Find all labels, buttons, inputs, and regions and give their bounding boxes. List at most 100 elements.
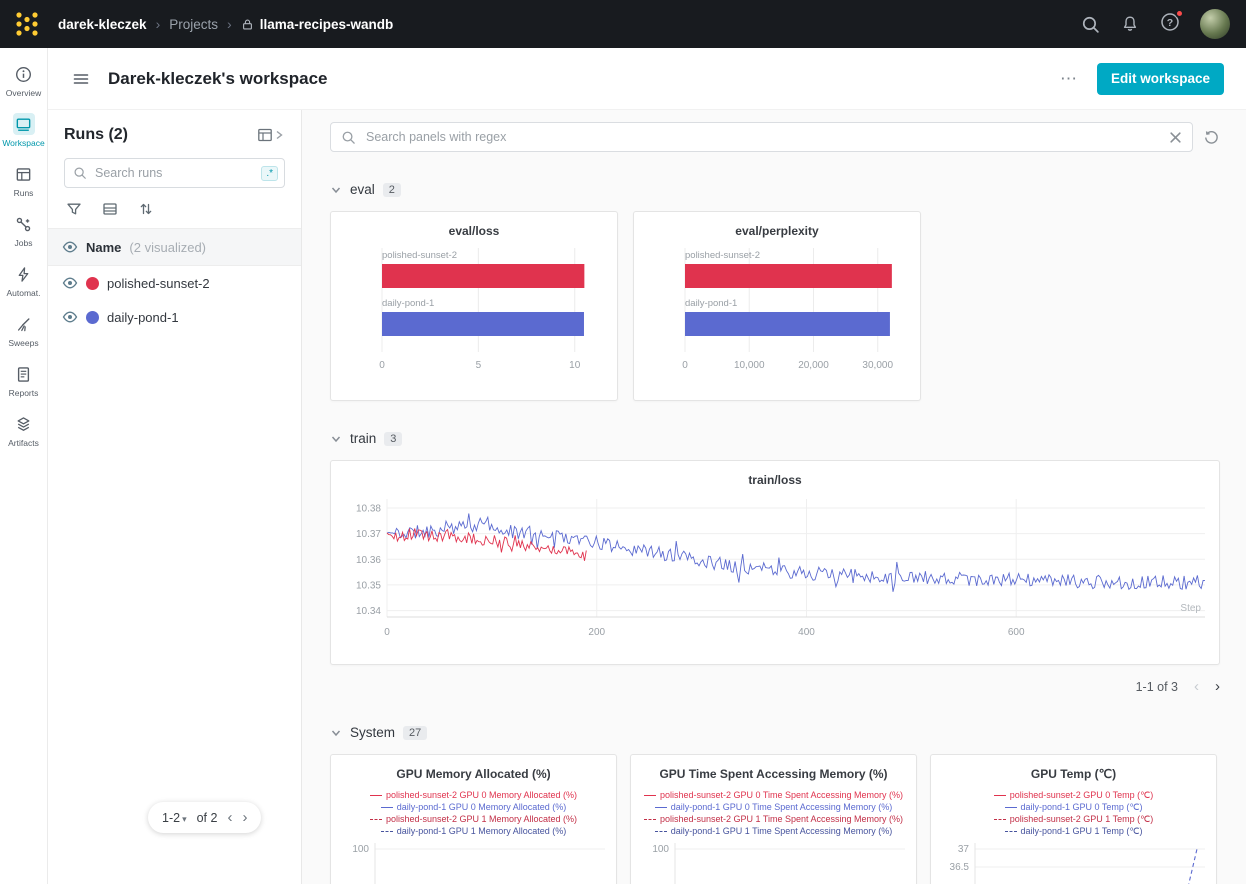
eye-icon[interactable] <box>62 309 78 325</box>
svg-text:36.5: 36.5 <box>950 862 970 873</box>
legend-entry: polished-sunset-2 GPU 0 Time Spent Acces… <box>639 789 908 801</box>
svg-text:Step: Step <box>1180 603 1201 614</box>
visualized-count: (2 visualized) <box>129 240 206 255</box>
sidebar-item-reports[interactable]: Reports <box>0 356 48 406</box>
panel-eval-loss[interactable]: eval/loss 0510polished-sunset-2daily-pon… <box>330 211 618 401</box>
expand-chevron-icon[interactable] <box>273 129 285 141</box>
runs-count-title: Runs (2) <box>64 126 128 144</box>
sidebar-item-artifacts[interactable]: Artifacts <box>0 406 48 456</box>
sidebar-item-overview[interactable]: Overview <box>0 56 48 106</box>
regex-toggle-button[interactable]: .* <box>261 166 278 181</box>
svg-text:400: 400 <box>798 627 815 638</box>
sidebar-item-label: Workspace <box>2 138 44 148</box>
sidebar-item-sweeps[interactable]: Sweeps <box>0 306 48 356</box>
panel-title: eval/loss <box>331 212 617 238</box>
panel-legend: polished-sunset-2 GPU 0 Time Spent Acces… <box>639 789 908 837</box>
eye-icon[interactable] <box>62 275 78 291</box>
prev-page-button[interactable]: ‹ <box>227 810 232 825</box>
overflow-menu-icon[interactable]: ⋯ <box>1060 69 1079 89</box>
filter-icon[interactable] <box>66 201 82 217</box>
panel-title: GPU Temp (℃) <box>931 755 1216 781</box>
run-row-polished-sunset-2[interactable]: polished-sunset-2 <box>48 266 301 300</box>
page-title: Darek-kleczek's workspace <box>108 69 328 89</box>
svg-text:37: 37 <box>958 844 970 855</box>
svg-text:0: 0 <box>682 360 688 371</box>
group-icon[interactable] <box>102 201 118 217</box>
table-layout-icon[interactable] <box>257 127 273 143</box>
eval-perplexity-chart: 010,00020,00030,000polished-sunset-2dail… <box>634 238 920 389</box>
next-page-button[interactable]: › <box>1215 678 1220 695</box>
legend-entry: polished-sunset-2 GPU 1 Temp (℃) <box>939 813 1208 825</box>
legend-swatch <box>644 819 656 820</box>
panel-title: GPU Memory Allocated (%) <box>331 755 616 781</box>
run-name: daily-pond-1 <box>107 310 179 325</box>
section-title[interactable]: System <box>350 725 395 740</box>
prev-page-button[interactable]: ‹ <box>1194 678 1199 695</box>
legend-entry: daily-pond-1 GPU 0 Memory Allocated (%) <box>339 801 608 813</box>
legend-entry: polished-sunset-2 GPU 1 Memory Allocated… <box>339 813 608 825</box>
automations-icon <box>13 263 35 285</box>
runs-search-box: .* <box>64 158 285 188</box>
sidebar-item-label: Overview <box>6 88 41 98</box>
runs-panel: Runs (2) .* <box>48 110 302 884</box>
history-undo-icon[interactable] <box>1203 129 1220 146</box>
edit-workspace-button[interactable]: Edit workspace <box>1097 63 1224 95</box>
panel-gpu-memory-allocated[interactable]: GPU Memory Allocated (%) polished-sunset… <box>330 754 617 884</box>
sidebar-item-jobs[interactable]: Jobs <box>0 206 48 256</box>
panel-gpu-temp[interactable]: GPU Temp (℃) polished-sunset-2 GPU 0 Tem… <box>930 754 1217 884</box>
chevron-down-icon[interactable] <box>330 727 342 739</box>
wandb-logo[interactable] <box>0 0 54 48</box>
help-button[interactable]: ? <box>1160 12 1180 37</box>
panels-area: eval 2 eval/loss 0510polished-sunset-2da… <box>302 110 1246 884</box>
panel-search-input[interactable] <box>364 129 1161 145</box>
svg-text:10.38: 10.38 <box>356 503 381 514</box>
breadcrumb-projects[interactable]: Projects <box>169 17 218 32</box>
clear-search-icon[interactable] <box>1169 131 1182 144</box>
notifications-bell-icon[interactable] <box>1120 14 1140 34</box>
section-count-badge: 2 <box>383 183 401 197</box>
legend-swatch <box>644 795 656 796</box>
run-color-dot <box>86 311 99 324</box>
search-icon[interactable] <box>1080 14 1100 34</box>
runs-search-input[interactable] <box>93 165 255 181</box>
sidebar-item-workspace[interactable]: Workspace <box>0 106 48 156</box>
panel-eval-perplexity[interactable]: eval/perplexity 010,00020,00030,000polis… <box>633 211 921 401</box>
sidebar-item-label: Sweeps <box>8 338 38 348</box>
run-row-daily-pond-1[interactable]: daily-pond-1 <box>48 300 301 334</box>
sort-icon[interactable] <box>138 201 154 217</box>
section-title[interactable]: eval <box>350 182 375 197</box>
section-system: System 27 GPU Memory Allocated (%) polis… <box>330 725 1220 884</box>
legend-entry: daily-pond-1 GPU 1 Temp (℃) <box>939 825 1208 837</box>
sidebar-item-runs[interactable]: Runs <box>0 156 48 206</box>
caret-down-icon: ▾ <box>182 814 187 824</box>
svg-text:?: ? <box>1167 17 1173 29</box>
eye-icon[interactable] <box>62 239 78 255</box>
runs-name-header[interactable]: Name (2 visualized) <box>48 228 301 266</box>
chevron-down-icon[interactable] <box>330 433 342 445</box>
legend-entry: daily-pond-1 GPU 1 Memory Allocated (%) <box>339 825 608 837</box>
section-count-badge: 27 <box>403 726 427 740</box>
gpu-temp-chart: polished-sunset-2 GPU 0 Temp (℃)daily-po… <box>931 781 1216 884</box>
run-color-dot <box>86 277 99 290</box>
svg-text:daily-pond-1: daily-pond-1 <box>382 298 434 309</box>
svg-text:20,000: 20,000 <box>798 360 829 371</box>
section-title[interactable]: train <box>350 431 376 446</box>
notification-dot <box>1175 9 1184 18</box>
chevron-down-icon[interactable] <box>330 184 342 196</box>
hamburger-menu-icon[interactable] <box>72 70 90 88</box>
legend-entry: polished-sunset-2 GPU 1 Time Spent Acces… <box>639 813 908 825</box>
page-size-selector[interactable]: 1-2▾ <box>162 811 187 825</box>
breadcrumb-user[interactable]: darek-kleczek <box>58 17 147 32</box>
next-page-button[interactable]: › <box>242 810 247 825</box>
chevron-separator-icon: › <box>227 16 232 32</box>
train-section-pagination: 1-1 of 3 ‹ › <box>330 678 1220 695</box>
sidebar-item-automations[interactable]: Automat. <box>0 256 48 306</box>
panel-train-loss[interactable]: train/loss 10.3410.3510.3610.3710.380200… <box>330 460 1220 665</box>
legend-swatch <box>994 819 1006 820</box>
search-icon <box>73 166 87 180</box>
avatar[interactable] <box>1200 9 1230 39</box>
breadcrumb-project[interactable]: llama-recipes-wandb <box>260 17 394 32</box>
sidebar-item-label: Artifacts <box>8 438 39 448</box>
gpu-time-chart: polished-sunset-2 GPU 0 Time Spent Acces… <box>631 781 916 884</box>
panel-gpu-time-accessing-memory[interactable]: GPU Time Spent Accessing Memory (%) poli… <box>630 754 917 884</box>
